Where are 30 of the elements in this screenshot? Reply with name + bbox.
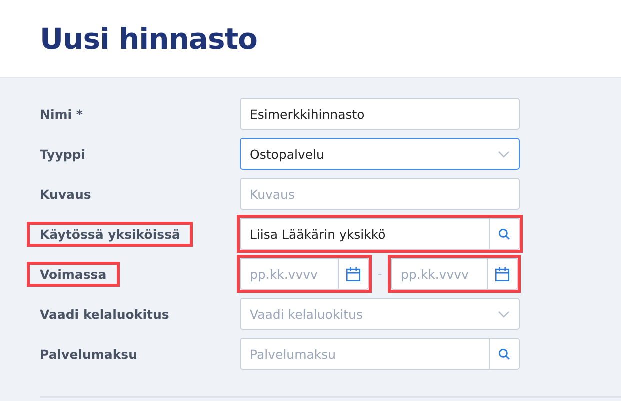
field-label: Nimi *: [39, 106, 84, 124]
date-field[interactable]: pp.kk.vvvv: [391, 258, 518, 290]
chevron-down-icon: [498, 310, 510, 318]
text-input[interactable]: Esimerkkihinnasto: [241, 99, 519, 129]
calendar-icon: [494, 266, 511, 282]
date-field[interactable]: pp.kk.vvvv: [240, 258, 369, 290]
field-label: Voimassa: [27, 262, 120, 286]
calendar-button[interactable]: [487, 259, 517, 289]
field-label: Kuvaus: [39, 186, 92, 204]
dropdown-input[interactable]: Ostopalvelu: [241, 139, 489, 169]
dropdown[interactable]: Vaadi kelaluokitus: [240, 298, 520, 330]
search-field[interactable]: Palvelumaksu: [240, 338, 520, 370]
search-field[interactable]: Liisa Lääkärin yksikkö: [240, 218, 520, 250]
search-button[interactable]: [489, 339, 519, 369]
field-label: Vaadi kelaluokitus: [39, 306, 170, 324]
text-input[interactable]: Kuvaus: [241, 179, 519, 209]
dropdown-input[interactable]: Vaadi kelaluokitus: [241, 299, 489, 329]
search-button[interactable]: [489, 219, 519, 249]
search-icon: [498, 228, 511, 240]
calendar-icon: [345, 266, 362, 282]
search-icon: [498, 348, 511, 360]
chevron-down-icon: [498, 150, 510, 158]
page-title: Uusi hinnasto: [40, 22, 258, 56]
search-input[interactable]: Palvelumaksu: [241, 339, 489, 369]
field-label: Palvelumaksu: [39, 346, 138, 364]
field-label: Tyyppi: [39, 146, 87, 164]
calendar-button[interactable]: [338, 259, 368, 289]
dropdown[interactable]: Ostopalvelu: [240, 138, 520, 170]
range-separator: -: [376, 267, 384, 281]
field-label: Käytössä yksiköissä: [27, 222, 194, 246]
